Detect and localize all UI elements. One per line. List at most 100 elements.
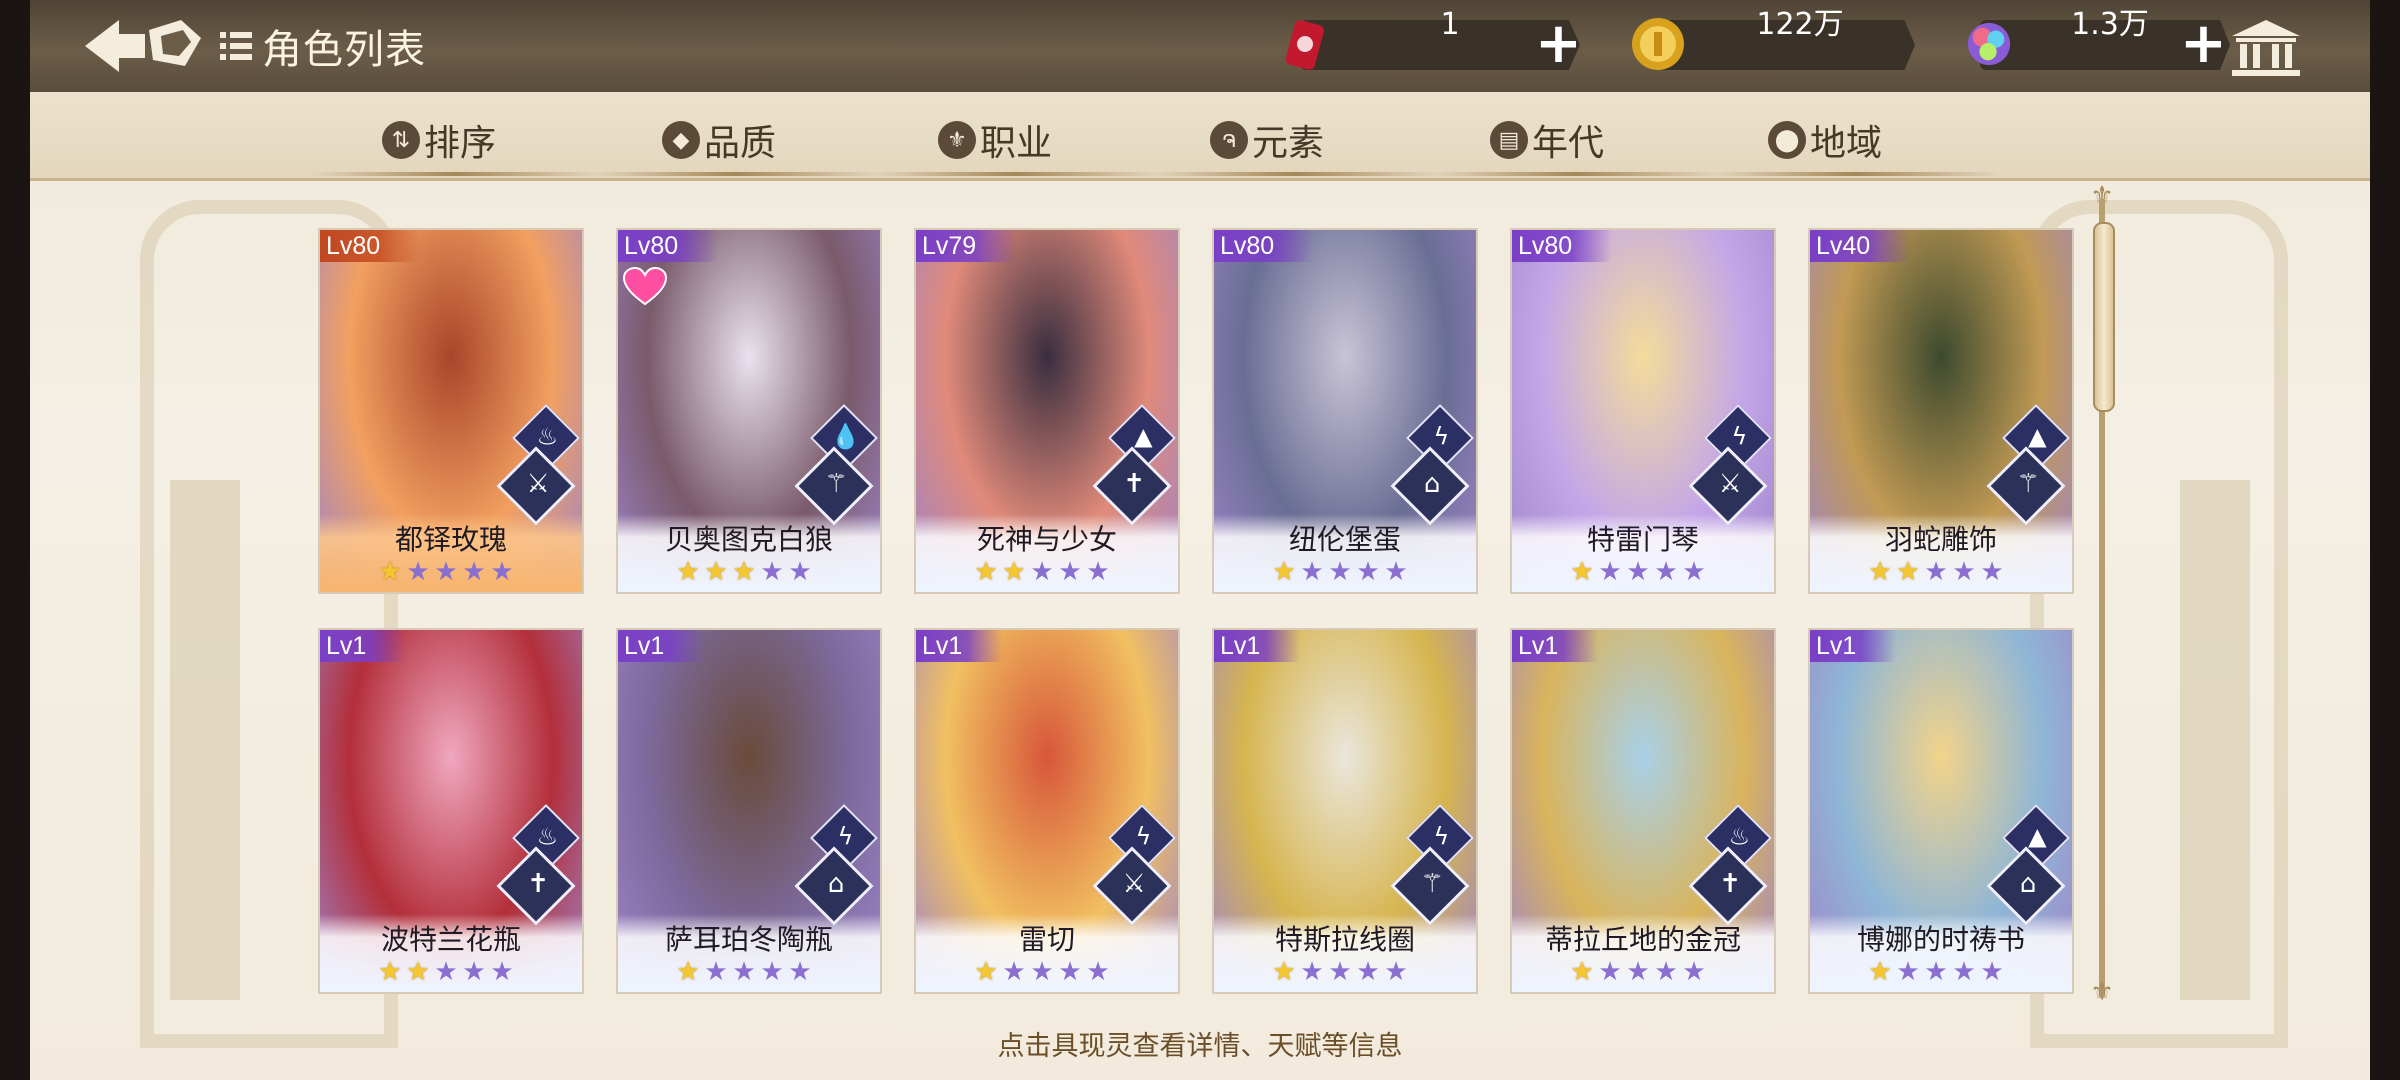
level-badge: Lv1 xyxy=(320,630,407,662)
star-icon: ★ xyxy=(378,557,402,587)
star-icon: ★ xyxy=(974,557,998,587)
level-badge: Lv40 xyxy=(1810,230,1911,262)
resource-ticket-value: 1 xyxy=(1440,7,1460,42)
character-name: 纽伦堡蛋 xyxy=(1288,523,1401,556)
back-arrow-icon[interactable] xyxy=(85,16,205,76)
star-icon: ★ xyxy=(704,957,728,987)
star-rating: ★ ★ ★ ★ ★ xyxy=(972,558,1112,586)
star-rating: ★ ★ ★ ★ ★ xyxy=(674,558,814,586)
filter-element-label: 元素 xyxy=(1252,123,1325,164)
star-icon: ★ xyxy=(1356,957,1380,987)
star-rating: ★ ★ ★ ★ ★ xyxy=(376,958,516,986)
level-badge: Lv80 xyxy=(1512,230,1613,262)
level-badge: Lv1 xyxy=(1810,630,1897,662)
character-card[interactable]: Lv79 ▲ ✝ 死神与少女 ★ ★ ★ ★ ★ xyxy=(914,228,1180,594)
star-icon: ★ xyxy=(732,957,756,987)
star-icon: ★ xyxy=(406,557,430,587)
character-card[interactable]: Lv1 ♨ ✝ 蒂拉丘地的金冠 ★ ★ ★ ★ ★ xyxy=(1510,628,1776,994)
star-icon: ★ xyxy=(760,957,784,987)
character-card[interactable]: Lv1 ϟ ⌂ 萨耳珀冬陶瓶 ★ ★ ★ ★ ★ xyxy=(616,628,882,994)
star-icon: ★ xyxy=(1002,557,1026,587)
character-card[interactable]: Lv1 ▲ ⌂ 博娜的时祷书 ★ ★ ★ ★ ★ xyxy=(1808,628,2074,994)
add-gem-button[interactable]: + xyxy=(2180,16,2227,72)
character-card[interactable]: Lv80 ♨ ⚔ 都铎玫瑰 ★ ★ ★ ★ ★ xyxy=(318,228,584,594)
star-icon: ★ xyxy=(1924,957,1948,987)
star-icon: ★ xyxy=(704,557,728,587)
sort-icon: ⇅ xyxy=(382,121,420,159)
star-icon: ★ xyxy=(1570,557,1594,587)
filter-quality-button[interactable]: ◆ 品质 xyxy=(662,116,776,164)
star-icon: ★ xyxy=(490,557,514,587)
character-card[interactable]: Lv1 ϟ ⚚ 特斯拉线圈 ★ ★ ★ ★ ★ xyxy=(1212,628,1478,994)
star-icon: ★ xyxy=(406,957,430,987)
character-name: 贝奥图克白狼 xyxy=(664,523,833,556)
star-icon: ★ xyxy=(1626,957,1650,987)
star-icon: ★ xyxy=(490,957,514,987)
character-name: 都铎玫瑰 xyxy=(394,523,507,556)
level-badge: Lv80 xyxy=(1214,230,1315,262)
star-icon: ★ xyxy=(1300,557,1324,587)
hint-text: 点击具现灵查看详情、天赋等信息 xyxy=(997,1031,1403,1062)
app-frame: 角色列表 1 + 122万 1.3万 + ⇅ 排序 ◆ 品质 ⚜ 职业 ຈ 元素… xyxy=(30,0,2370,1080)
star-icon: ★ xyxy=(1868,957,1892,987)
star-icon: ★ xyxy=(1654,957,1678,987)
level-badge: Lv1 xyxy=(1512,630,1599,662)
filter-sort-label: 排序 xyxy=(424,123,497,164)
page-title: 角色列表 xyxy=(262,27,426,73)
star-icon: ★ xyxy=(1682,957,1706,987)
star-icon: ★ xyxy=(1030,557,1054,587)
filter-underline xyxy=(1430,172,1720,176)
quality-gem-icon: ◆ xyxy=(662,121,700,159)
star-icon: ★ xyxy=(1626,557,1650,587)
star-icon: ★ xyxy=(1384,557,1408,587)
character-card[interactable]: Lv1 ♨ ✝ 波特兰花瓶 ★ ★ ★ ★ ★ xyxy=(318,628,584,994)
page-title-group: 角色列表 xyxy=(218,18,426,74)
star-icon: ★ xyxy=(1300,957,1324,987)
level-badge: Lv1 xyxy=(916,630,1003,662)
class-icon: ⚜ xyxy=(938,121,976,159)
character-name: 博娜的时祷书 xyxy=(1856,923,2025,956)
filter-class-button[interactable]: ⚜ 职业 xyxy=(938,116,1052,164)
character-card[interactable]: Lv80 ϟ ⌂ 纽伦堡蛋 ★ ★ ★ ★ ★ xyxy=(1212,228,1478,594)
star-icon: ★ xyxy=(1598,957,1622,987)
scrollbar-thumb[interactable] xyxy=(2093,222,2115,412)
character-card[interactable]: Lv1 ϟ ⚔ 雷切 ★ ★ ★ ★ ★ xyxy=(914,628,1180,994)
star-icon: ★ xyxy=(788,557,812,587)
top-bar: 角色列表 1 + 122万 1.3万 + xyxy=(30,0,2370,96)
character-card[interactable]: Lv40 ▲ ⚚ 羽蛇雕饰 ★ ★ ★ ★ ★ xyxy=(1808,228,2074,594)
star-icon: ★ xyxy=(1980,957,2004,987)
filter-underline xyxy=(590,172,880,176)
filter-element-button[interactable]: ຈ 元素 xyxy=(1210,116,1324,164)
star-icon: ★ xyxy=(974,957,998,987)
filter-underline xyxy=(870,172,1160,176)
ticket-can-icon xyxy=(1285,20,1324,70)
filter-bar: ⇅ 排序 ◆ 品质 ⚜ 职业 ຈ 元素 ▤ 年代 ⬤ 地域 xyxy=(30,92,2370,181)
star-rating: ★ ★ ★ ★ ★ xyxy=(1568,558,1708,586)
star-icon: ★ xyxy=(1002,957,1026,987)
star-icon: ★ xyxy=(1896,557,1920,587)
decorative-pillar-left xyxy=(170,480,240,1000)
star-icon: ★ xyxy=(732,557,756,587)
star-icon: ★ xyxy=(1058,557,1082,587)
star-icon: ★ xyxy=(1952,957,1976,987)
star-icon: ★ xyxy=(1682,557,1706,587)
character-card[interactable]: Lv80 ϟ ⚔ 特雷门琴 ★ ★ ★ ★ ★ xyxy=(1510,228,1776,594)
character-name: 特斯拉线圈 xyxy=(1274,923,1415,956)
star-icon: ★ xyxy=(676,557,700,587)
character-name: 雷切 xyxy=(1018,923,1075,956)
museum-icon[interactable] xyxy=(2230,18,2302,78)
filter-sort-button[interactable]: ⇅ 排序 xyxy=(382,116,496,164)
character-card[interactable]: Lv80 💧 ⚚ 贝奥图克白狼 ★ ★ ★ ★ ★ xyxy=(616,228,882,594)
character-name: 死神与少女 xyxy=(976,523,1117,556)
gold-coin-icon xyxy=(1632,18,1684,70)
star-icon: ★ xyxy=(788,957,812,987)
level-badge: Lv79 xyxy=(916,230,1017,262)
star-rating: ★ ★ ★ ★ ★ xyxy=(1866,558,2006,586)
star-icon: ★ xyxy=(434,957,458,987)
filter-region-button[interactable]: ⬤ 地域 xyxy=(1768,116,1882,164)
filter-era-button[interactable]: ▤ 年代 xyxy=(1490,116,1604,164)
character-name: 特雷门琴 xyxy=(1586,523,1699,556)
add-ticket-button[interactable]: + xyxy=(1535,16,1582,72)
star-rating: ★ ★ ★ ★ ★ xyxy=(1866,958,2006,986)
star-icon: ★ xyxy=(1356,557,1380,587)
